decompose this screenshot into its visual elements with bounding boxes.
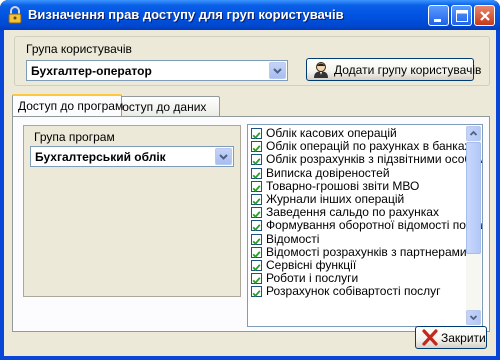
checkmark-icon [252,251,261,258]
program-list-item-label: Журнали інших операцій [266,192,405,206]
add-user-group-button[interactable]: Додати групу користувачів [306,58,481,81]
checkbox[interactable] [251,154,262,166]
window-frame-bottom [0,356,500,360]
program-list-item-label: Роботи і послуги [266,271,359,286]
checkmark-icon [252,185,261,192]
checkmark-icon [252,211,261,219]
checkbox[interactable] [251,194,262,206]
checkmark-icon [252,277,261,285]
window-frame-right [496,30,500,360]
title-bar[interactable]: Визначення прав доступу для груп користу… [0,0,500,30]
tab-program-access[interactable]: Доступ до програм [12,94,124,116]
checkmark-icon [252,290,261,298]
minimize-button[interactable] [428,5,449,26]
scroll-down-button[interactable] [466,310,481,325]
program-list-item-label: Відомості [266,231,320,246]
program-list-item-label: Товарно-грошові звіти МВО [266,178,420,193]
checkbox[interactable] [251,233,262,245]
checkbox[interactable] [251,167,262,179]
chevron-down-icon[interactable] [269,62,286,79]
window-title: Визначення прав доступу для груп користу… [28,7,344,22]
checkbox[interactable] [251,207,262,219]
program-list[interactable]: Облік касових операцій Облік операцій по … [247,124,483,327]
program-group-pane: Група програм Бухгалтерський облік [23,125,241,297]
scroll-thumb[interactable] [466,142,481,254]
checkbox[interactable] [251,128,262,140]
vertical-scrollbar[interactable] [466,126,481,325]
checkmark-icon [252,158,261,166]
tab-program-access-label: Доступ до програм [18,99,124,113]
checkmark-icon [252,132,261,140]
close-x-icon [422,329,438,346]
checkmark-icon [252,264,261,272]
checkmark-icon [252,224,261,232]
chevron-down-icon [469,315,478,321]
add-user-group-label: Додати групу користувачів [334,63,482,77]
program-list-item-label: Відомості розрахунків з партнерами [266,244,467,259]
user-group-select[interactable]: Бухгалтер-оператор [26,60,288,81]
checkmark-icon [252,237,261,245]
program-list-item-label: Виписка довіреностей [266,165,390,180]
close-window-button[interactable] [474,5,495,26]
program-list-item-label: Облік операцій по рахунках в банках [266,139,471,154]
close-button[interactable]: Закрити [415,326,487,349]
checkmark-icon [252,145,261,153]
program-list-item-label: Заведення сальдо по рахунках [266,205,439,220]
checkbox[interactable] [251,260,262,272]
chevron-down-icon[interactable] [215,148,232,165]
program-list-item-label: Формування оборотної відомості по рахунк… [266,218,482,233]
user-group-value: Бухгалтер-оператор [31,64,152,78]
dialog-body: Група користувачів Бухгалтер-оператор До… [4,30,496,356]
close-icon [480,11,490,21]
program-group-value: Бухгалтерський облік [35,150,166,164]
scroll-up-button[interactable] [466,126,481,141]
checkmark-icon [252,198,261,206]
program-list-item-label: Сервісні функції [266,258,357,272]
close-button-label: Закрити [441,331,486,345]
program-group-label: Група програм [34,130,115,144]
user-group-label: Група користувачів [26,42,132,56]
lock-icon [8,6,22,24]
checkbox[interactable] [251,180,262,192]
maximize-button[interactable] [451,5,472,26]
program-list-item-label: Облік розрахунків з підзвітними особами [266,152,483,167]
program-list-item-label: Розрахунок собівартості послуг [266,284,441,299]
checkbox[interactable] [251,286,262,298]
program-group-select[interactable]: Бухгалтерський облік [30,146,234,167]
checkbox[interactable] [251,220,262,232]
minimize-icon [434,19,441,22]
maximize-icon [456,10,468,22]
chevron-up-icon [469,130,478,136]
checkbox[interactable] [251,141,262,153]
checkbox[interactable] [251,273,262,285]
tab-panel: Група програм Бухгалтерський облік Облік… [12,116,490,332]
user-icon [314,62,328,78]
checkmark-icon [252,171,261,179]
tab-data-access[interactable]: Доступ до даних [108,96,220,116]
tab-data-access-label: Доступ до даних [114,100,207,114]
program-list-item-label: Облік касових операцій [266,126,397,140]
checkbox[interactable] [251,246,262,258]
dialog-window: Визначення прав доступу для груп користу… [0,0,500,360]
